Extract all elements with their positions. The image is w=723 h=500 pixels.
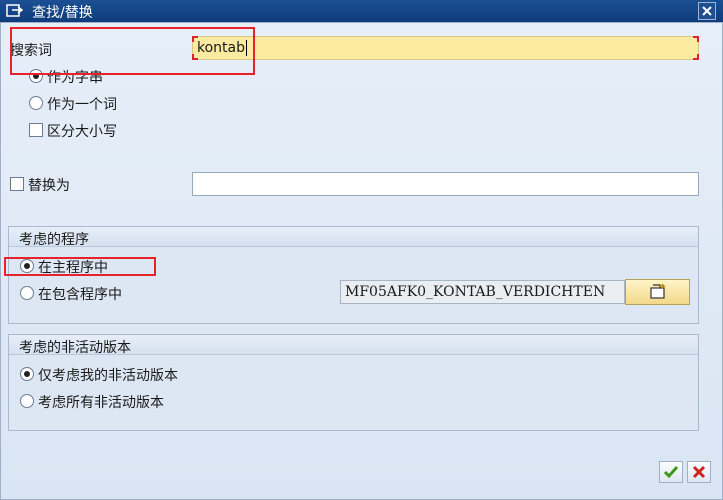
cancel-icon [692, 465, 706, 479]
window-title: 查找/替换 [32, 5, 93, 21]
only-mine-radio[interactable] [20, 367, 34, 381]
close-button[interactable] [698, 2, 716, 20]
highlight-box [4, 257, 156, 276]
open-program-button[interactable] [625, 279, 690, 305]
replace-label: 替换为 [28, 178, 70, 194]
required-corner [693, 54, 699, 60]
required-corner [693, 36, 699, 42]
as-word-radio[interactable] [29, 96, 43, 110]
ok-button[interactable] [659, 461, 683, 483]
include-program-radio[interactable] [20, 286, 34, 300]
search-input[interactable]: kontab [192, 36, 699, 60]
replace-checkbox[interactable] [10, 177, 24, 191]
case-sensitive-checkbox[interactable] [29, 123, 43, 137]
dialog-body: 搜索词 kontab 作为字串 作为一个词 区分大小写 替换为 考虑的程序 在主… [0, 22, 723, 500]
programs-group-title: 考虑的程序 [9, 227, 698, 248]
checkmark-icon [663, 466, 679, 479]
all-inactive-radio[interactable] [20, 394, 34, 408]
as-word-label: 作为一个词 [47, 97, 117, 113]
include-program-field[interactable]: MF05AFK0_KONTAB_VERDICHTEN [340, 280, 625, 304]
highlight-box [10, 27, 255, 75]
case-sensitive-label: 区分大小写 [47, 124, 117, 140]
close-icon [702, 6, 712, 16]
all-inactive-label: 考虑所有非活动版本 [38, 395, 164, 411]
title-bar: 查找/替换 [0, 0, 723, 22]
open-folder-icon [650, 283, 666, 299]
find-replace-icon [6, 3, 24, 19]
cancel-button[interactable] [687, 461, 711, 483]
inactive-group-title: 考虑的非活动版本 [9, 335, 698, 356]
only-mine-label: 仅考虑我的非活动版本 [38, 368, 178, 384]
include-program-label: 在包含程序中 [38, 287, 122, 303]
replace-input[interactable] [192, 172, 699, 196]
